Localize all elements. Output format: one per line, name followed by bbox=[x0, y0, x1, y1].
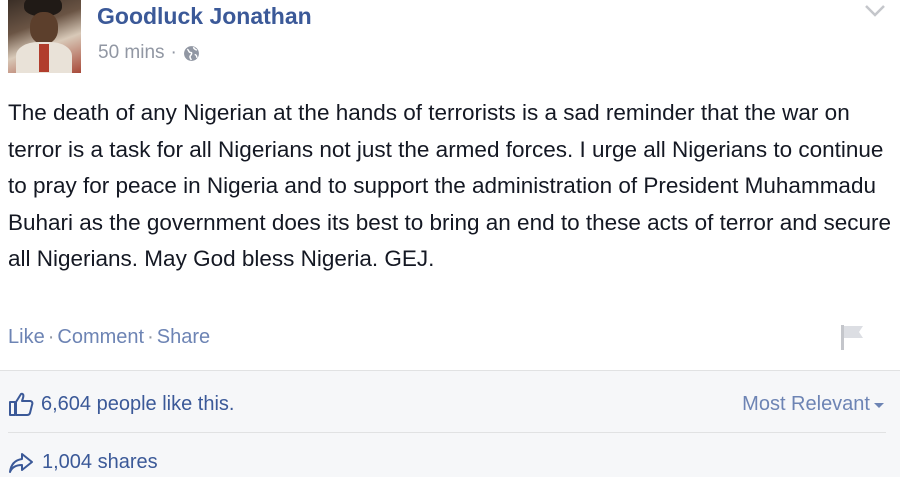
share-arrow-icon bbox=[9, 452, 33, 473]
post-body: The death of any Nigerian at the hands o… bbox=[8, 100, 892, 271]
likes-summary[interactable]: 6,604 people like this. bbox=[8, 391, 234, 417]
share-link[interactable]: Share bbox=[157, 326, 210, 348]
divider bbox=[8, 432, 886, 433]
post-meta: 50 mins · bbox=[98, 42, 200, 64]
comment-link[interactable]: Comment bbox=[57, 326, 144, 348]
shares-count[interactable]: 1,004 shares bbox=[42, 451, 158, 474]
post-card: Goodluck Jonathan 50 mins · The death of… bbox=[0, 0, 900, 370]
avatar-face bbox=[30, 12, 58, 44]
post-timestamp[interactable]: 50 mins bbox=[98, 42, 165, 64]
like-link[interactable]: Like bbox=[8, 326, 45, 348]
feedback-section: 6,604 people like this. Most Relevant 1,… bbox=[0, 370, 900, 477]
action-separator: · bbox=[47, 326, 55, 348]
action-separator: · bbox=[147, 326, 154, 348]
avatar-tie bbox=[39, 44, 49, 72]
likes-count[interactable]: 6,604 people like this. bbox=[41, 393, 234, 416]
author-name[interactable]: Goodluck Jonathan bbox=[97, 3, 312, 30]
sort-label: Most Relevant bbox=[742, 393, 870, 415]
flag-icon[interactable] bbox=[838, 322, 866, 352]
thumbs-up-icon bbox=[9, 392, 34, 416]
chevron-down-icon[interactable] bbox=[864, 4, 886, 18]
globe-icon[interactable] bbox=[183, 45, 200, 62]
meta-separator: · bbox=[170, 42, 177, 63]
shares-summary[interactable]: 1,004 shares bbox=[8, 451, 158, 474]
post-actions: Like · Comment · Share bbox=[8, 326, 210, 349]
author-avatar[interactable] bbox=[8, 0, 81, 73]
caret-down-icon bbox=[874, 403, 884, 408]
sort-dropdown[interactable]: Most Relevant bbox=[742, 393, 884, 416]
